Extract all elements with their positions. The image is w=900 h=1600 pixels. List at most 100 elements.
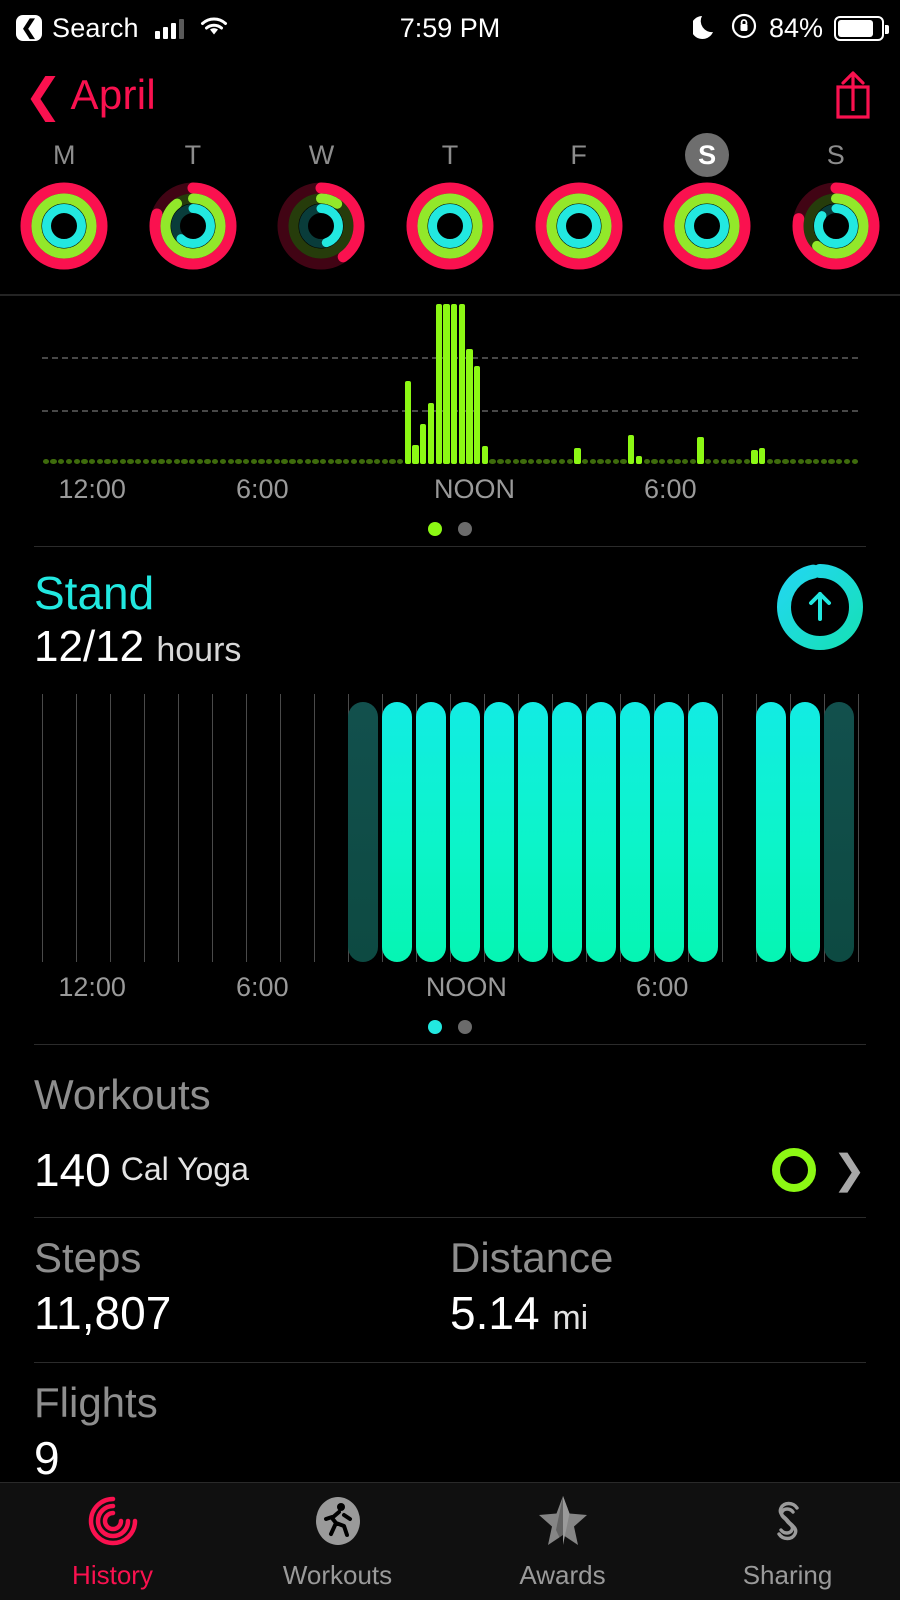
stand-bar-hour-16 (585, 701, 616, 962)
wifi-icon (198, 14, 230, 43)
move-bar (474, 366, 481, 464)
week-day-letter-3[interactable]: T (428, 133, 472, 177)
workout-row[interactable]: 140 Cal Yoga ❯ (0, 1129, 900, 1217)
activity-rings-day-6[interactable] (790, 180, 882, 272)
star-icon (535, 1493, 591, 1554)
move-bar (88, 459, 96, 464)
move-bar (227, 459, 234, 464)
move-bar (181, 459, 188, 464)
week-day-letter-2[interactable]: W (299, 133, 343, 177)
move-bar (366, 459, 373, 464)
stand-goal-ring-button[interactable] (774, 561, 866, 653)
metric-label: Steps (34, 1233, 142, 1281)
stand-bar-hour-17 (620, 701, 650, 962)
move-bar (212, 459, 219, 464)
activity-rings-day-4[interactable] (533, 180, 625, 272)
tab-workouts[interactable]: Workouts (225, 1483, 450, 1600)
move-bar (281, 459, 288, 464)
move-bar (497, 459, 504, 464)
move-page-dot-0[interactable] (428, 522, 442, 536)
battery-icon (834, 15, 889, 41)
activity-rings-day-2[interactable] (275, 180, 367, 272)
stand-page-dot-1[interactable] (458, 1019, 472, 1034)
stand-bar-hour-18 (654, 701, 684, 962)
chevron-right-icon[interactable]: ❯ (832, 1147, 866, 1193)
move-chart-page-dots[interactable] (0, 508, 900, 546)
tab-bar: History Workouts Awards Sharing (0, 1482, 900, 1600)
move-bar (127, 459, 134, 464)
move-bar (104, 459, 111, 464)
workout-ring-icon (772, 1147, 817, 1192)
activity-rings-day-1[interactable] (147, 180, 239, 272)
stand-value-unit: hours (156, 630, 242, 669)
metric-steps: Steps 11,807 (34, 1234, 450, 1340)
move-bar (805, 459, 812, 464)
week-day-letter-4[interactable]: F (557, 133, 601, 177)
move-bar (689, 459, 697, 464)
move-bar (350, 459, 358, 464)
move-bar (204, 459, 211, 464)
activity-rings-day-5[interactable] (661, 180, 753, 272)
stand-page-dot-0[interactable] (428, 1019, 442, 1034)
move-bar (504, 459, 512, 464)
move-bar (735, 459, 743, 464)
move-bar (489, 459, 496, 464)
move-bar (527, 459, 535, 464)
move-bar (304, 459, 311, 464)
tab-label: Awards (519, 1559, 606, 1590)
move-bar (682, 459, 689, 464)
week-day-letter-0[interactable]: M (42, 133, 86, 177)
tab-history[interactable]: History (0, 1483, 225, 1600)
move-bar (605, 459, 612, 464)
move-chart-block[interactable]: 12:00 6:00 NOON 6:00 (0, 296, 900, 546)
move-bar (581, 459, 589, 464)
tab-awards[interactable]: Awards (450, 1483, 675, 1600)
move-bar (50, 459, 57, 464)
stand-chart-page-dots[interactable] (0, 1006, 900, 1044)
week-day-letter-6[interactable]: S (814, 133, 858, 177)
battery-percent-label: 84% (768, 12, 823, 43)
move-bar (782, 459, 789, 464)
move-bar (58, 459, 65, 464)
activity-rings-day-0[interactable] (18, 180, 110, 272)
stand-axis-tick: 12:00 (58, 971, 126, 1002)
share-button[interactable] (830, 69, 876, 121)
stand-chart-x-axis: 12:00 6:00 NOON 6:00 (42, 972, 858, 1006)
week-day-letter-1[interactable]: T (171, 133, 215, 177)
metrics-row-primary: Steps 11,807 Distance 5.14 mi (0, 1218, 900, 1362)
move-bar (674, 459, 681, 464)
move-bar (635, 456, 643, 464)
activity-rings-day-3[interactable] (404, 180, 496, 272)
chevron-left-icon: ❮ (24, 69, 63, 121)
move-axis-tick: 12:00 (58, 474, 126, 504)
move-bar (813, 459, 820, 464)
move-bar (766, 459, 774, 464)
moon-icon (690, 12, 719, 45)
move-bar (705, 459, 712, 464)
stand-bar-hour-11 (416, 701, 446, 962)
stand-bar-hour-15 (552, 701, 582, 962)
back-to-search-button[interactable]: ❮ (16, 15, 42, 41)
stand-chart-plot[interactable] (42, 693, 859, 962)
stand-bar-hour-21 (756, 701, 786, 962)
move-bar (774, 459, 781, 464)
tab-sharing[interactable]: Sharing (675, 1483, 900, 1600)
move-bar (443, 304, 450, 464)
move-page-dot-1[interactable] (458, 522, 472, 536)
move-bar (42, 459, 50, 464)
back-to-april-button[interactable]: ❮ April (24, 71, 156, 119)
move-bar (851, 459, 858, 464)
move-chart-bars (42, 304, 858, 464)
metric-value: 5.14 (450, 1286, 540, 1339)
metric-label: Flights (34, 1378, 158, 1426)
up-arrow-icon (809, 592, 831, 621)
move-axis-tick: NOON (433, 474, 515, 504)
move-bar (566, 459, 573, 464)
stand-bar-hour-10 (382, 701, 412, 962)
stand-bar-hour-19 (687, 701, 718, 962)
move-bar (843, 459, 851, 464)
move-bar (697, 436, 704, 464)
week-day-letter-5[interactable]: S (685, 133, 730, 177)
stand-value-number: 12/12 (34, 621, 145, 671)
move-bar (589, 459, 596, 464)
